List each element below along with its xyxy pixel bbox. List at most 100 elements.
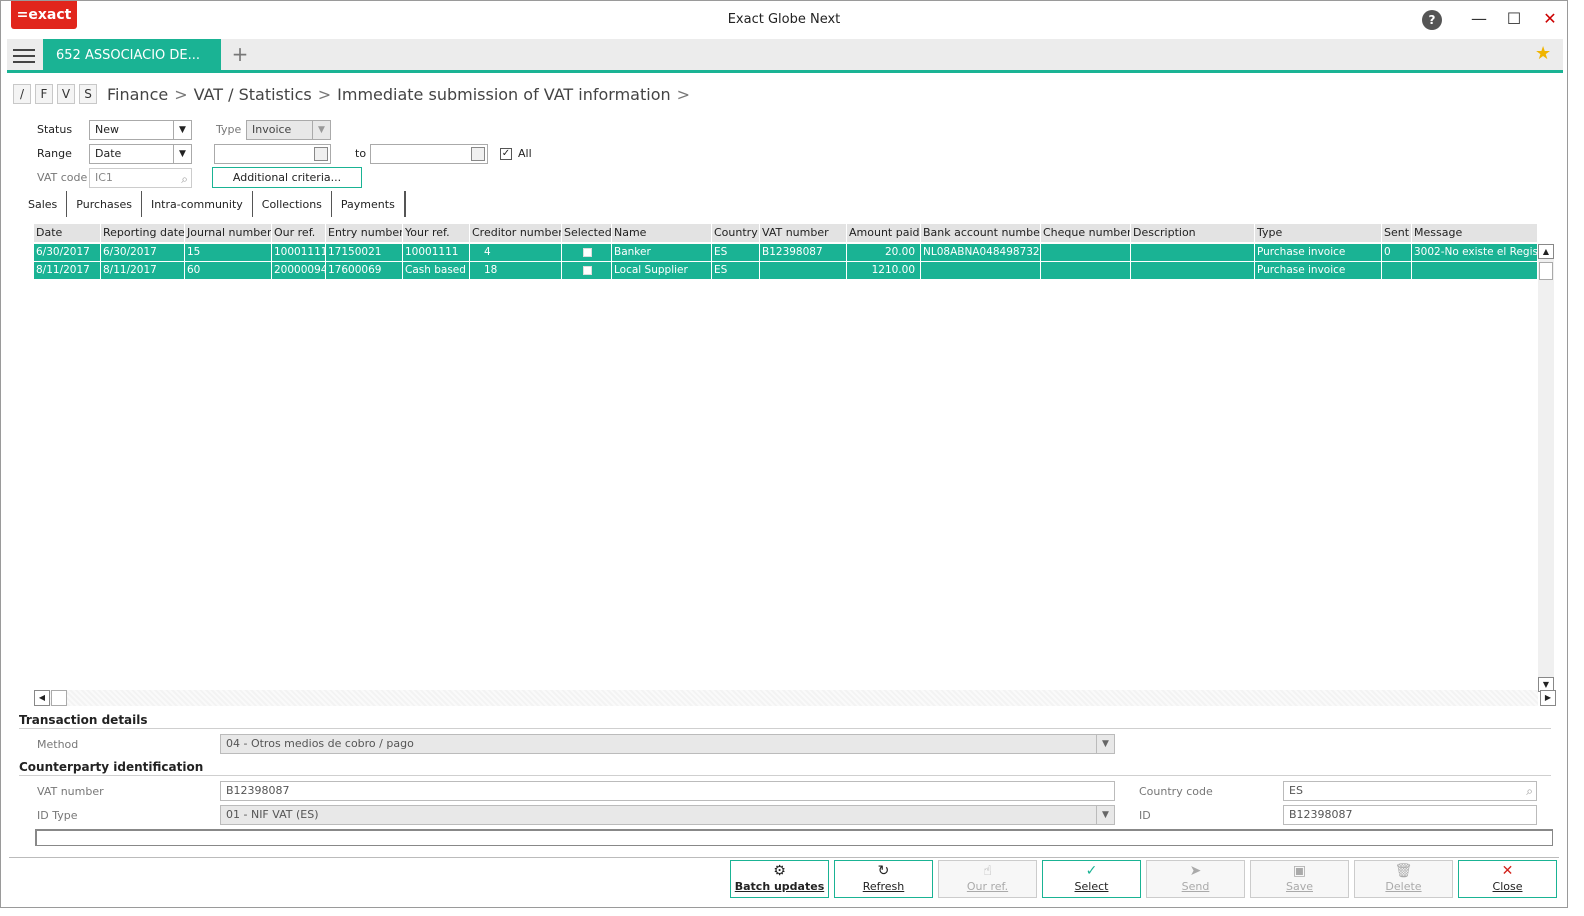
- calendar-icon[interactable]: [471, 147, 485, 161]
- all-checkbox[interactable]: ✓: [500, 148, 512, 160]
- cell-creditor-number: 18: [470, 262, 562, 279]
- table-row[interactable]: 8/11/2017 8/11/2017 60 20000094 17600069…: [34, 262, 1538, 279]
- col-entry-number[interactable]: Entry number: [326, 224, 403, 242]
- select-button[interactable]: ✓ Select: [1042, 860, 1141, 898]
- batch-updates-label: Batch updates: [734, 880, 825, 893]
- grid-vertical-scrollbar[interactable]: ▲ ▼: [1538, 244, 1554, 692]
- id-field: B12398087: [1283, 805, 1537, 825]
- tab-sales[interactable]: Sales: [19, 191, 68, 217]
- pointer-icon: ☝: [983, 863, 992, 879]
- minimize-button[interactable]: —: [1468, 9, 1490, 31]
- col-country[interactable]: Country: [712, 224, 760, 242]
- breadcrumb-finance[interactable]: Finance: [107, 85, 168, 104]
- maximize-button[interactable]: ☐: [1503, 9, 1525, 31]
- col-bank-account-number[interactable]: Bank account number: [921, 224, 1041, 242]
- delete-button: 🗑 Delete: [1354, 860, 1453, 898]
- cell-creditor-number: 4: [470, 244, 562, 261]
- hamburger-menu-icon[interactable]: [13, 45, 35, 65]
- cell-reporting-date: 6/30/2017: [101, 244, 185, 261]
- date-to-input[interactable]: [370, 144, 488, 164]
- title-bar: =exact Exact Globe Next ? — ☐ ✕: [1, 1, 1567, 39]
- crumb-button-f[interactable]: F: [35, 84, 53, 104]
- subtabs: Sales Purchases Intra-community Collecti…: [19, 191, 406, 217]
- breadcrumb-immediate-submission: Immediate submission of VAT information: [337, 84, 671, 104]
- cell-selected[interactable]: [562, 244, 612, 261]
- selected-checkbox[interactable]: [583, 265, 592, 275]
- company-tab[interactable]: 652 ASSOCIACIO DE...: [43, 39, 221, 70]
- scroll-left-icon[interactable]: ◀: [34, 690, 50, 706]
- help-icon[interactable]: ?: [1422, 10, 1442, 30]
- send-label: Send: [1181, 880, 1210, 893]
- additional-criteria-button[interactable]: Additional criteria...: [212, 167, 362, 188]
- tab-payments[interactable]: Payments: [332, 191, 406, 217]
- range-select[interactable]: Date ▼: [89, 144, 192, 164]
- col-vat-number[interactable]: VAT number: [760, 224, 847, 242]
- status-select[interactable]: New ▼: [89, 120, 192, 140]
- tab-intra-community[interactable]: Intra-community: [142, 191, 253, 217]
- lookup-icon: ⌕: [1526, 784, 1533, 798]
- cell-amount-paid: 20.00: [847, 244, 921, 261]
- cell-date: 8/11/2017: [34, 262, 101, 279]
- gear-icon: ⚙: [773, 863, 786, 879]
- id-type-select[interactable]: 01 - NIF VAT (ES) ▼: [220, 805, 1115, 825]
- selected-checkbox[interactable]: [583, 247, 592, 257]
- close-icon: ✕: [1501, 863, 1514, 879]
- cell-name: Local Supplier: [612, 262, 712, 279]
- crumb-button-slash[interactable]: /: [13, 84, 31, 104]
- tab-purchases[interactable]: Purchases: [67, 191, 142, 217]
- col-reporting-date[interactable]: Reporting date: [101, 224, 185, 242]
- col-amount-paid[interactable]: Amount paid: [847, 224, 921, 242]
- scroll-thumb[interactable]: [1539, 262, 1553, 280]
- col-cheque-number[interactable]: Cheque number: [1041, 224, 1131, 242]
- close-button[interactable]: ✕ Close: [1458, 860, 1557, 898]
- method-select[interactable]: 04 - Otros medios de cobro / pago ▼: [220, 734, 1115, 754]
- grid-horizontal-scrollbar[interactable]: ◀ ▶: [34, 690, 1556, 706]
- col-our-ref[interactable]: Our ref.: [272, 224, 326, 242]
- col-creditor-number[interactable]: Creditor number: [470, 224, 562, 242]
- col-sent[interactable]: Sent: [1382, 224, 1412, 242]
- our-ref-button: ☝ Our ref.: [938, 860, 1037, 898]
- refresh-button[interactable]: ↻ Refresh: [834, 860, 933, 898]
- favorite-star-icon[interactable]: ★: [1535, 43, 1551, 64]
- scroll-up-icon[interactable]: ▲: [1538, 244, 1554, 259]
- breadcrumb-vat-statistics[interactable]: VAT / Statistics: [194, 85, 312, 104]
- col-journal-number[interactable]: Journal number: [185, 224, 272, 242]
- cell-message: [1412, 262, 1538, 279]
- id-type-value: 01 - NIF VAT (ES): [226, 808, 319, 821]
- crumb-button-s[interactable]: S: [79, 84, 97, 104]
- divider: [19, 728, 1551, 729]
- crumb-button-v[interactable]: V: [57, 84, 75, 104]
- table-row[interactable]: 6/30/2017 6/30/2017 15 10001111 17150021…: [34, 244, 1538, 261]
- transaction-details-title: Transaction details: [19, 713, 148, 727]
- cell-selected[interactable]: [562, 262, 612, 279]
- save-label: Save: [1285, 880, 1313, 893]
- scroll-right-icon[interactable]: ▶: [1540, 690, 1556, 706]
- col-selected[interactable]: Selected: [562, 224, 612, 242]
- delete-label: Delete: [1385, 880, 1422, 893]
- window-title: Exact Globe Next: [727, 12, 841, 27]
- col-date[interactable]: Date: [34, 224, 101, 242]
- col-type[interactable]: Type: [1255, 224, 1382, 242]
- cell-cheque-number: [1041, 244, 1131, 261]
- method-value: 04 - Otros medios de cobro / pago: [226, 737, 414, 750]
- checkmark-icon: ✓: [1085, 863, 1098, 879]
- divider: [19, 775, 1551, 776]
- col-message[interactable]: Message: [1412, 224, 1538, 242]
- scroll-thumb[interactable]: [51, 690, 67, 706]
- calendar-icon[interactable]: [314, 147, 328, 161]
- grid-header: Date Reporting date Journal number Our r…: [34, 224, 1538, 242]
- close-window-button[interactable]: ✕: [1539, 9, 1561, 31]
- breadcrumb: / F V S Finance > VAT / Statistics > Imm…: [13, 83, 690, 105]
- batch-updates-button[interactable]: ⚙ Batch updates: [730, 860, 829, 898]
- cell-description: [1131, 244, 1255, 261]
- col-name[interactable]: Name: [612, 224, 712, 242]
- save-icon: ▣: [1292, 863, 1307, 879]
- cell-description: [1131, 262, 1255, 279]
- breadcrumb-separator: >: [174, 84, 188, 104]
- add-tab-icon[interactable]: +: [225, 41, 255, 69]
- tab-collections[interactable]: Collections: [253, 191, 332, 217]
- col-your-ref[interactable]: Your ref.: [403, 224, 470, 242]
- date-from-input[interactable]: [214, 144, 331, 164]
- footer-divider: [9, 857, 1559, 858]
- col-description[interactable]: Description: [1131, 224, 1255, 242]
